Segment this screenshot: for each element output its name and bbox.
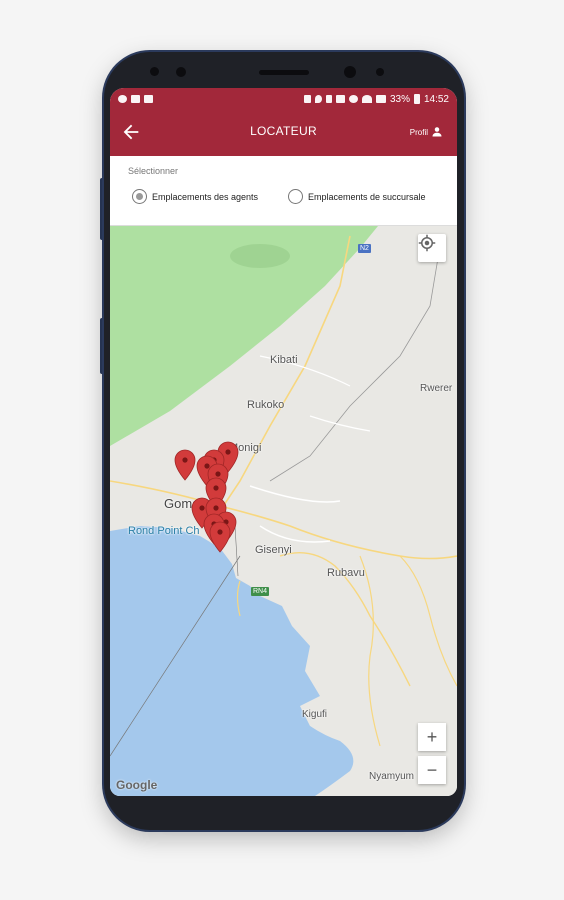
selector-label: Sélectionner xyxy=(128,166,179,176)
radio-agent-locations[interactable]: Emplacements des agents xyxy=(132,189,258,204)
nfc-icon xyxy=(335,95,345,103)
image-icon xyxy=(131,95,140,103)
zoom-in-button[interactable]: + xyxy=(418,723,446,751)
whatsapp-icon xyxy=(118,95,127,103)
radio-label: Emplacements des agents xyxy=(152,191,259,202)
wifi-icon xyxy=(361,95,372,103)
agent-markers xyxy=(174,441,239,553)
phone-sensor xyxy=(376,68,384,76)
my-location-button[interactable] xyxy=(418,234,446,262)
agent-marker[interactable] xyxy=(209,521,231,553)
location-icon xyxy=(314,95,322,103)
page-title: LOCATEUR xyxy=(250,124,317,138)
clock: 14:52 xyxy=(423,93,449,105)
signal-icon xyxy=(375,95,386,103)
lock-icon xyxy=(303,95,311,103)
phone-speaker xyxy=(259,70,309,75)
profile-label: Profil xyxy=(409,127,428,137)
mail-icon xyxy=(144,95,153,103)
radio-checked-icon xyxy=(132,189,147,204)
radio-label: Emplacements de succursale xyxy=(308,191,426,202)
radio-unchecked-icon xyxy=(288,189,303,204)
zoom-out-button[interactable]: − xyxy=(418,756,446,784)
alarm-icon xyxy=(348,95,358,103)
map-view[interactable]: Kibati Rukoko Monigi Goma Rond Point Ch … xyxy=(110,226,457,796)
person-icon xyxy=(432,127,442,137)
agent-marker[interactable] xyxy=(174,449,196,481)
phone-front-camera xyxy=(344,66,356,78)
profile-button[interactable]: Profil xyxy=(410,126,443,138)
google-attribution: Google xyxy=(116,778,158,792)
phone-sensor xyxy=(176,67,186,77)
app-bar: LOCATEUR Profil xyxy=(110,110,457,156)
location-type-selector: Sélectionner Emplacements des agents Emp… xyxy=(110,156,457,226)
bluetooth-icon xyxy=(325,95,332,103)
page-background: 33% 14:52 LOCATEUR Profil Sélectionner E… xyxy=(0,0,564,900)
phone-sensor xyxy=(150,67,159,76)
battery-icon xyxy=(413,94,420,104)
crosshair-icon xyxy=(418,234,436,252)
radio-branch-locations[interactable]: Emplacements de succursale xyxy=(288,189,426,204)
app-screen: 33% 14:52 LOCATEUR Profil Sélectionner E… xyxy=(110,88,457,796)
battery-percent: 33% xyxy=(389,93,410,105)
status-bar: 33% 14:52 xyxy=(110,88,457,110)
